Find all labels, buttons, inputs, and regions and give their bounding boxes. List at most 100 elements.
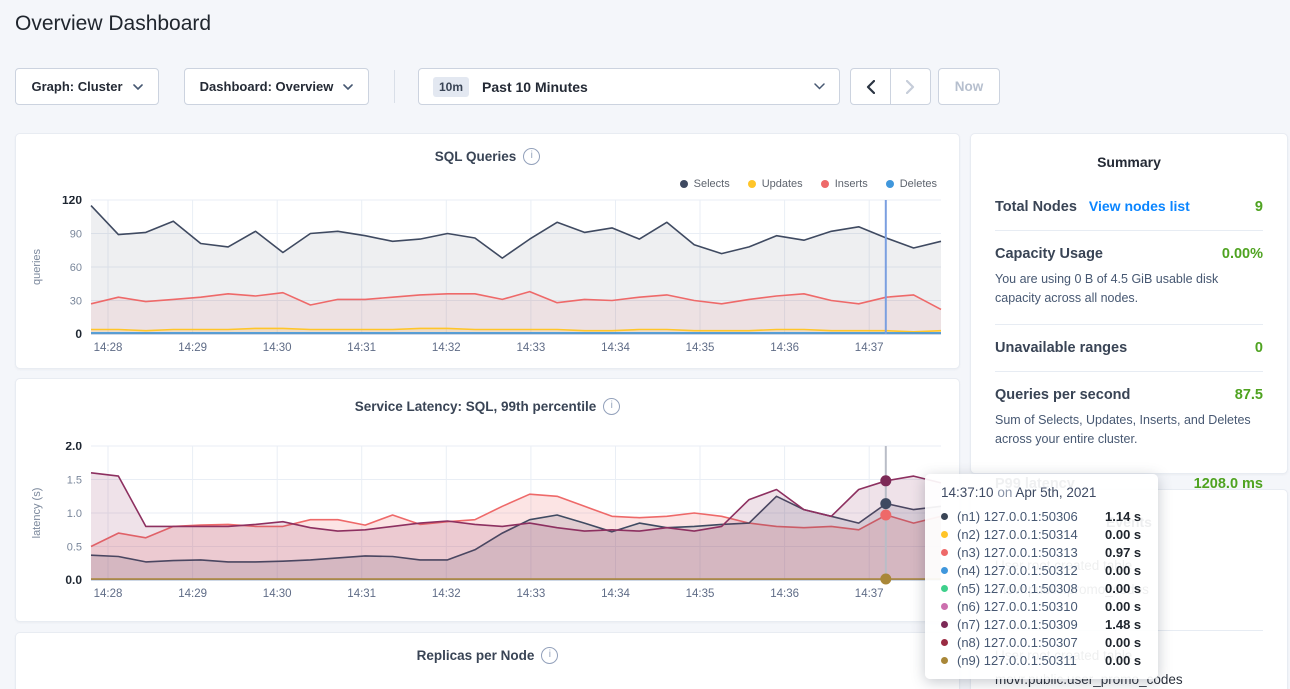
dashboard-dropdown-label: Dashboard: Overview (200, 79, 334, 94)
svg-text:14:35: 14:35 (686, 342, 715, 354)
graph-dropdown-label: Graph: Cluster (31, 79, 122, 94)
qps-desc: Sum of Selects, Updates, Inserts, and De… (995, 411, 1263, 450)
service-latency-title-row: Service Latency: SQL, 99th percentile i (16, 398, 959, 415)
tooltip-rows: (n1) 127.0.0.1:503061.14 s(n2) 127.0.0.1… (941, 507, 1142, 669)
chevron-down-icon (814, 83, 825, 90)
node-color-dot (941, 621, 948, 628)
svg-text:60: 60 (70, 262, 82, 274)
node-color-dot (941, 657, 948, 664)
tooltip-on: on (997, 485, 1012, 500)
capacity-usage-desc: You are using 0 B of 4.5 GiB usable disk… (995, 270, 1263, 309)
tooltip-time: 14:37:10 (941, 485, 994, 500)
now-button-label: Now (955, 79, 984, 94)
chevron-right-icon (906, 80, 915, 94)
svg-text:14:33: 14:33 (517, 588, 546, 600)
svg-text:14:37: 14:37 (855, 342, 884, 354)
svg-text:14:29: 14:29 (178, 588, 207, 600)
svg-text:latency (s): latency (s) (31, 488, 43, 539)
qps-label: Queries per second (995, 387, 1130, 403)
total-nodes-value: 9 (1255, 199, 1263, 215)
graph-dropdown[interactable]: Graph: Cluster (15, 68, 159, 105)
node-latency-value: 1.14 s (1105, 509, 1141, 524)
sql-queries-title-row: SQL Queries i (16, 148, 959, 165)
info-icon[interactable]: i (541, 647, 558, 664)
legend-item-updates[interactable]: Updates (748, 178, 803, 190)
sql-queries-card: SQL Queries i Selects Updates Inserts Delet… (15, 133, 960, 369)
sql-queries-chart[interactable]: 030609012014:2814:2914:3014:3114:3214:33… (26, 196, 956, 354)
node-latency-value: 0.00 s (1105, 581, 1141, 596)
svg-text:14:33: 14:33 (517, 342, 546, 354)
svg-text:queries: queries (31, 248, 43, 285)
chart-hover-tooltip: 14:37:10 on Apr 5th, 2021 (n1) 127.0.0.1… (925, 474, 1158, 679)
svg-text:14:36: 14:36 (770, 588, 799, 600)
legend-item-selects[interactable]: Selects (680, 178, 730, 190)
svg-text:14:28: 14:28 (94, 342, 123, 354)
info-icon[interactable]: i (523, 148, 540, 165)
svg-text:14:34: 14:34 (601, 588, 630, 600)
replicas-title: Replicas per Node (417, 648, 535, 663)
divider (995, 371, 1263, 372)
svg-text:14:30: 14:30 (263, 588, 292, 600)
node-latency-value: 0.97 s (1105, 545, 1141, 560)
legend-label: Inserts (835, 178, 868, 190)
view-nodes-list-link[interactable]: View nodes list (1089, 198, 1190, 214)
svg-text:0.5: 0.5 (67, 542, 82, 554)
service-latency-card: Service Latency: SQL, 99th percentile i … (15, 378, 960, 622)
legend-label: Updates (762, 178, 803, 190)
dashboard-dropdown[interactable]: Dashboard: Overview (184, 68, 369, 105)
node-latency-value: 0.00 s (1105, 635, 1141, 650)
svg-text:14:35: 14:35 (686, 588, 715, 600)
sql-queries-title: SQL Queries (435, 149, 517, 164)
legend-label: Selects (694, 178, 730, 190)
svg-text:1.5: 1.5 (67, 475, 82, 487)
svg-text:0: 0 (75, 327, 82, 341)
svg-text:14:32: 14:32 (432, 342, 461, 354)
svg-text:14:36: 14:36 (770, 342, 799, 354)
summary-heading: Summary (995, 154, 1263, 170)
replicas-title-row: Replicas per Node i (16, 647, 959, 664)
node-color-dot (941, 639, 948, 646)
replicas-per-node-card: Replicas per Node i (15, 632, 960, 689)
tooltip-timestamp: 14:37:10 on Apr 5th, 2021 (941, 485, 1142, 500)
node-latency-value: 0.00 s (1105, 653, 1141, 668)
svg-text:14:29: 14:29 (178, 342, 207, 354)
node-address: (n1) 127.0.0.1:50306 (957, 509, 1105, 524)
time-prev-button[interactable] (851, 69, 890, 104)
overview-dashboard-page: Overview Dashboard Graph: Cluster Dashbo… (0, 0, 1290, 689)
node-address: (n9) 127.0.0.1:50311 (957, 653, 1105, 668)
time-range-badge: 10m (433, 77, 469, 97)
sql-legend: Selects Updates Inserts Deletes (680, 178, 937, 190)
tooltip-row: (n9) 127.0.0.1:503110.00 s (941, 651, 1142, 669)
chevron-down-icon (133, 84, 143, 90)
legend-item-inserts[interactable]: Inserts (821, 178, 868, 190)
tooltip-row: (n4) 127.0.0.1:503120.00 s (941, 561, 1142, 579)
time-range-dropdown[interactable]: 10m Past 10 Minutes (418, 68, 840, 105)
total-nodes-row: Total Nodes View nodes list 9 (995, 198, 1263, 215)
capacity-usage-row: Capacity Usage 0.00% (995, 246, 1263, 262)
node-color-dot (941, 567, 948, 574)
service-latency-title: Service Latency: SQL, 99th percentile (355, 399, 597, 414)
unavailable-ranges-value: 0 (1255, 340, 1263, 356)
now-button[interactable]: Now (938, 68, 1000, 105)
svg-text:14:32: 14:32 (432, 588, 461, 600)
tooltip-date: Apr 5th, 2021 (1015, 485, 1096, 500)
unavailable-ranges-label: Unavailable ranges (995, 340, 1127, 356)
legend-item-deletes[interactable]: Deletes (886, 178, 937, 190)
svg-text:120: 120 (62, 196, 82, 207)
legend-dot (886, 180, 894, 188)
node-latency-value: 0.00 s (1105, 563, 1141, 578)
legend-dot (680, 180, 688, 188)
qps-value: 87.5 (1235, 387, 1263, 403)
node-color-dot (941, 513, 948, 520)
page-title: Overview Dashboard (15, 12, 211, 36)
time-next-button[interactable] (890, 69, 930, 104)
service-latency-chart[interactable]: 0.00.51.01.52.014:2814:2914:3014:3114:32… (26, 442, 956, 600)
time-range-label: Past 10 Minutes (482, 79, 588, 95)
svg-text:14:31: 14:31 (347, 342, 376, 354)
info-icon[interactable]: i (603, 398, 620, 415)
svg-text:14:30: 14:30 (263, 342, 292, 354)
qps-row: Queries per second 87.5 (995, 387, 1263, 403)
legend-label: Deletes (900, 178, 937, 190)
svg-text:14:31: 14:31 (347, 588, 376, 600)
node-address: (n2) 127.0.0.1:50314 (957, 527, 1105, 542)
